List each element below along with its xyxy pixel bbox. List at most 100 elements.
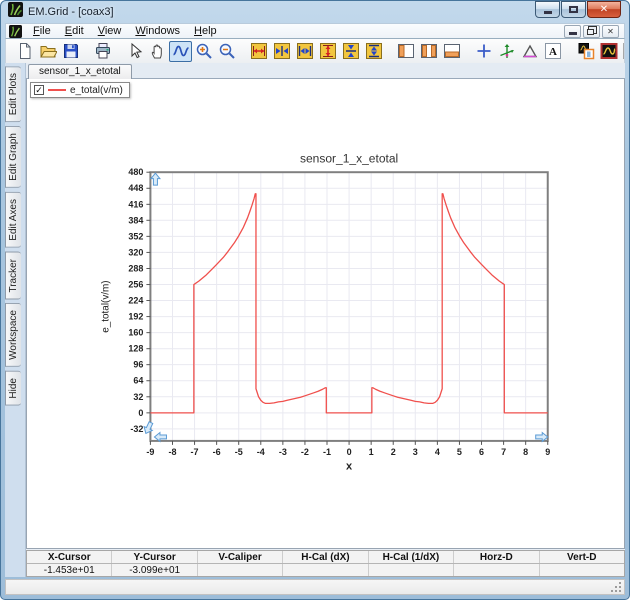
minimize-button[interactable] <box>535 1 560 18</box>
title-bar: EM.Grid - [coax3] ✕ <box>1 1 629 23</box>
v-expand-button[interactable] <box>339 41 362 62</box>
axes-tool-button[interactable] <box>495 41 518 62</box>
svg-text:9: 9 <box>545 447 550 457</box>
mdi-restore-button[interactable] <box>583 24 600 38</box>
h-compress-button[interactable] <box>293 41 316 62</box>
cursor-readout-table: X-Cursor Y-Cursor V-Caliper H-Cal (dX) H-Cal… <box>26 550 625 577</box>
svg-text:-2: -2 <box>301 447 309 457</box>
svg-text:8: 8 <box>523 447 528 457</box>
text-tool-button[interactable]: A <box>541 41 565 62</box>
side-tab-edit-graph[interactable]: Edit Graph <box>5 126 21 189</box>
cursor-table-value: -1.453e+01 <box>27 564 113 576</box>
app-icon <box>8 2 23 22</box>
svg-text:480: 480 <box>128 167 143 177</box>
waveform-red-button[interactable] <box>597 41 620 62</box>
cursor-table-header: H-Cal (1/dX) <box>369 551 455 563</box>
axis-pan-arrow[interactable] <box>149 172 162 186</box>
new-document-button[interactable] <box>13 41 36 62</box>
side-tab-edit-plots[interactable]: Edit Plots <box>5 66 21 123</box>
svg-text:32: 32 <box>133 392 143 402</box>
svg-text:e_total(v/m): e_total(v/m) <box>100 280 111 332</box>
svg-text:-8: -8 <box>168 447 176 457</box>
cursor-table-header: Horz-D <box>454 551 540 563</box>
plot-select-button[interactable] <box>169 40 192 62</box>
svg-text:6: 6 <box>479 447 484 457</box>
svg-text:-7: -7 <box>191 447 199 457</box>
layers-tool-button[interactable] <box>574 41 597 62</box>
main-area: Edit Plots Edit Graph Edit Axes Tracker Work… <box>5 63 625 577</box>
v-compress-button[interactable] <box>362 41 385 62</box>
svg-text:5: 5 <box>457 447 462 457</box>
side-tab-hide[interactable]: Hide <box>5 371 21 406</box>
svg-text:320: 320 <box>128 247 143 257</box>
cursor-table-header: Vert-D <box>567 551 597 563</box>
side-tab-tracker[interactable]: Tracker <box>5 251 21 300</box>
mdi-app-icon[interactable] <box>9 24 22 38</box>
side-tab-edit-axes[interactable]: Edit Axes <box>5 192 21 248</box>
menu-bar: File Edit View Windows Help ✕ <box>5 23 625 39</box>
svg-text:192: 192 <box>128 312 143 322</box>
svg-text:-1: -1 <box>323 447 331 457</box>
chart-canvas[interactable]: -9 -8 -7 -6 -5 -4 -3 -2 -1 0 1 2 3 4 5 6 7 8 9 480 448 416 384… <box>27 79 624 548</box>
menu-item-edit[interactable]: Edit <box>58 25 91 37</box>
svg-text:-3: -3 <box>279 447 287 457</box>
svg-text:-5: -5 <box>235 447 243 457</box>
axis-pan-arrow[interactable] <box>142 421 155 436</box>
cursor-table-header: X-Cursor <box>27 551 113 563</box>
save-button[interactable] <box>59 41 82 62</box>
cursor-table-value <box>283 564 369 576</box>
svg-text:-4: -4 <box>257 447 265 457</box>
menu-item-help[interactable]: Help <box>187 25 224 37</box>
svg-text:128: 128 <box>128 344 143 354</box>
document-tab-bar: sensor_1_x_etotal <box>26 63 625 79</box>
maximize-button[interactable] <box>561 1 586 18</box>
zoom-in-button[interactable] <box>192 41 215 62</box>
pan-hand-button[interactable] <box>146 41 169 62</box>
menu-item-view[interactable]: View <box>91 25 129 37</box>
resize-grip[interactable] <box>611 581 623 593</box>
open-file-button[interactable] <box>36 41 59 62</box>
menu-item-windows[interactable]: Windows <box>128 25 187 37</box>
svg-text:-6: -6 <box>213 447 221 457</box>
svg-text:0: 0 <box>138 408 143 418</box>
svg-text:x: x <box>346 461 353 473</box>
svg-text:A: A <box>549 46 557 58</box>
toolbar: ALayou <box>5 39 625 63</box>
pane-vsplit-button[interactable] <box>417 41 440 62</box>
waveform-dark-button[interactable] <box>620 41 624 62</box>
mdi-close-button[interactable]: ✕ <box>602 24 619 38</box>
status-bar <box>5 579 625 595</box>
svg-text:96: 96 <box>133 360 143 370</box>
tab-sensor-1-x-etotal[interactable]: sensor_1_x_etotal <box>28 64 132 79</box>
v-fit-button[interactable] <box>316 41 339 62</box>
window-title: EM.Grid - [coax3] <box>28 6 114 18</box>
crosshair-button[interactable] <box>472 41 495 62</box>
mdi-minimize-button[interactable] <box>564 24 581 38</box>
zoom-out-button[interactable] <box>215 41 238 62</box>
menu-item-file[interactable]: File <box>26 25 58 37</box>
h-fit-button[interactable] <box>247 41 270 62</box>
legend-checkbox[interactable]: ✓ <box>34 85 44 95</box>
side-tab-strip: Edit Plots Edit Graph Edit Axes Tracker Work… <box>5 63 26 577</box>
svg-text:7: 7 <box>501 447 506 457</box>
select-cursor-button[interactable] <box>123 41 146 62</box>
delta-tool-button[interactable] <box>518 41 541 62</box>
close-button[interactable]: ✕ <box>587 1 621 18</box>
legend-label: e_total(v/m) <box>70 84 123 96</box>
cursor-table-value <box>198 564 284 576</box>
h-expand-button[interactable] <box>270 41 293 62</box>
cursor-table-value <box>454 564 540 576</box>
svg-text:448: 448 <box>128 183 143 193</box>
svg-text:64: 64 <box>133 376 143 386</box>
svg-text:160: 160 <box>128 328 143 338</box>
svg-text:1: 1 <box>369 447 374 457</box>
print-button[interactable] <box>91 41 114 62</box>
cursor-table-value: -3.099e+01 <box>112 564 198 576</box>
legend: ✓ e_total(v/m) <box>30 82 130 98</box>
svg-text:4: 4 <box>435 447 440 457</box>
pane-left-button[interactable] <box>394 41 417 62</box>
svg-text:416: 416 <box>128 199 143 209</box>
legend-line-sample <box>48 89 66 91</box>
side-tab-workspace[interactable]: Workspace <box>5 303 21 368</box>
pane-hsplit-button[interactable] <box>440 41 463 62</box>
